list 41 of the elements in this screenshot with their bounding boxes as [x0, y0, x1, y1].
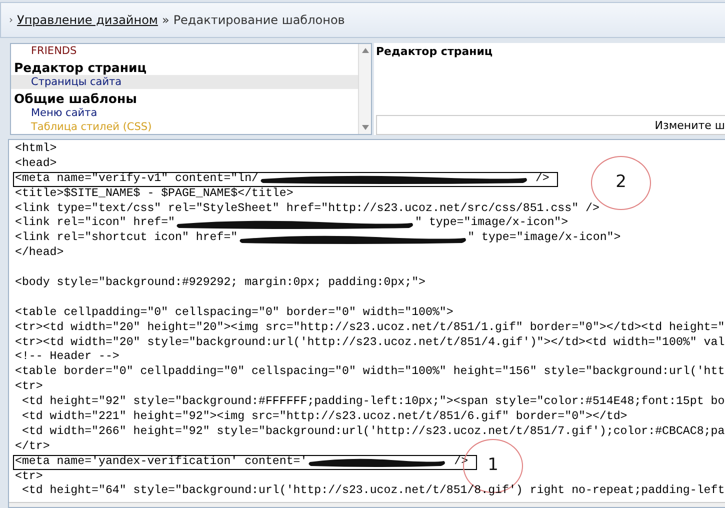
code-text: <table cellpadding="0" cellspacing="0" border="0" width="100%"> — [15, 306, 454, 321]
code-text: <link rel="icon" href=" — [15, 216, 176, 232]
code-text: " type="image/x-icon"> — [415, 216, 568, 232]
code-editor[interactable] — [8, 139, 725, 508]
code-text: <tr><td width="20" height="20"><img src="http://s23.ucoz.net/t/851/1.gif" border="0"></td><td height=" — [15, 320, 725, 336]
code-text: <td width="221" height="92"><img src="http://s23.ucoz.net/t/851/6.gif" border="0"></td> — [20, 410, 628, 425]
code-text: <head> — [15, 156, 57, 172]
list-item[interactable]: FRIENDS — [11, 44, 358, 58]
list-item[interactable]: Меню сайта — [11, 106, 358, 120]
code-text: <td height="64" style="background:url('http://s23.ucoz.net/t/851/8.gif') right no-repeat;padding-left — [20, 484, 725, 500]
code-text: <body style="background:#929292; margin:0px; padding:0px;"> — [15, 276, 426, 291]
code-text: <title>$SITE_NAME$ - $PAGE_NAME$</title> — [15, 186, 294, 202]
code-text: <html> — [15, 142, 57, 157]
list-heading: Общие шаблоны — [13, 90, 138, 106]
code-text: <meta name="verify-v1" content="ln/ — [15, 172, 259, 187]
chevron-icon: › — [9, 14, 13, 26]
code-text: <td width="266" height="92" style="background:url('http://s23.ucoz.net/t/851/7.gif');color:#CBCAC8;pa — [20, 424, 725, 440]
code-text: " type="image/x-icon"> — [468, 231, 621, 246]
scroll-up-icon[interactable] — [362, 48, 368, 53]
scroll-down-icon[interactable] — [362, 125, 368, 130]
code-text: <meta name='yandex-verification' content=' — [15, 454, 308, 470]
code-text: <link type="text/css" rel="StyleSheet" href="http://s23.ucoz.net/src/css/851.css" /> — [15, 202, 600, 216]
code-text: <td height="92" style="background:#FFFFFF;padding-left:10px;"><span style="color:#514E48;font:15pt bo — [20, 395, 725, 410]
code-text: </tr> — [15, 440, 50, 455]
panel-title: Редактор страниц — [375, 44, 494, 60]
hint-text: Измените ш — [654, 118, 725, 132]
scrollbar[interactable] — [9, 502, 725, 507]
list-heading: Редактор страниц — [13, 59, 148, 75]
list-item[interactable]: Страницы сайта — [11, 75, 358, 89]
code-text: </head> — [15, 246, 64, 262]
code-text: <table border="0" cellpadding="0" cellspacing="0" width="100%" height="156" style="background:url('htt — [15, 365, 725, 380]
code-text: <tr><td width="20" style="background:url('http://s23.ucoz.net/t/851/4.gif')"></td><td width="100%" val — [15, 336, 725, 350]
breadcrumb-link[interactable]: Управление дизайном — [17, 13, 158, 27]
code-text: <tr> — [15, 470, 43, 484]
code-text: <tr> — [15, 380, 43, 396]
code-text: <link rel="shortcut icon" href=" — [15, 231, 238, 246]
code-text: <!-- Header --> — [15, 350, 120, 366]
breadcrumb-current: Редактирование шаблонов — [173, 13, 345, 27]
code-text: /> — [534, 172, 550, 187]
breadcrumb-separator: » — [162, 13, 170, 27]
scrollbar[interactable] — [358, 44, 371, 134]
